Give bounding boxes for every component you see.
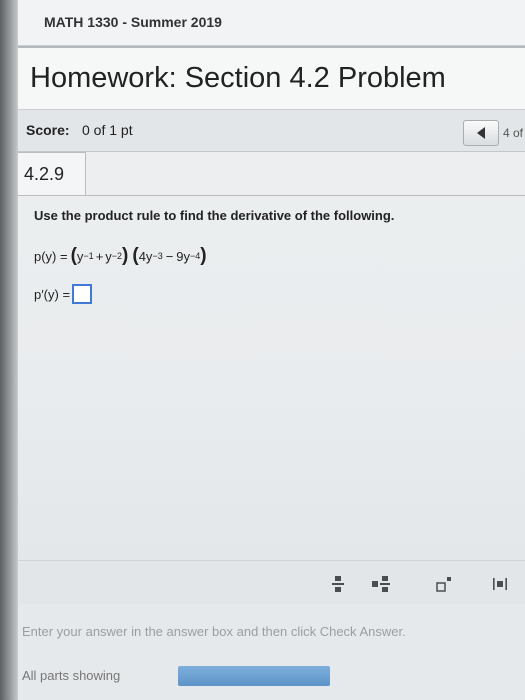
derivative-row: p′(y) = <box>34 284 93 304</box>
divider <box>86 195 525 196</box>
mixed-number-icon <box>372 576 390 592</box>
instruction-hint: Enter your answer in the answer box and … <box>22 624 406 639</box>
question-counter: 4 of <box>503 126 524 140</box>
score-value: 0 of 1 pt <box>82 122 133 138</box>
absolute-value-button[interactable] <box>486 573 514 595</box>
course-bar: MATH 1330 - Summer 2019 <box>18 0 525 46</box>
exponent-button[interactable] <box>430 573 458 595</box>
score-label: Score: <box>26 122 70 138</box>
math-toolbar <box>18 560 525 604</box>
mixed-number-button[interactable] <box>368 573 396 595</box>
progress-fill <box>178 666 330 686</box>
score-bar: Score: 0 of 1 pt 4 of <box>18 110 525 152</box>
derivative-lhs: p′(y) = <box>34 286 71 302</box>
paren-close: ) <box>200 245 207 266</box>
fraction-icon <box>332 576 344 592</box>
term2-b: 9y <box>176 249 191 264</box>
window-edge <box>0 0 18 700</box>
question-number: 4.2.9 <box>18 152 86 196</box>
arrow-left-icon <box>477 127 485 139</box>
term2-b-exponent: −4 <box>190 251 201 261</box>
absolute-value-icon <box>493 578 507 590</box>
question-instructions: Use the product rule to find the derivat… <box>34 208 395 223</box>
screen: MATH 1330 - Summer 2019 Homework: Sectio… <box>0 0 525 700</box>
course-title: MATH 1330 - Summer 2019 <box>44 14 222 30</box>
previous-question-button[interactable] <box>463 120 499 146</box>
status-area: Enter your answer in the answer box and … <box>18 604 525 700</box>
function-expression: p(y) = ( y −1 + y −2 ) ( 4y −3 − 9y −4 ) <box>34 245 207 269</box>
answer-input[interactable] <box>72 284 93 304</box>
term1-operator: + <box>95 249 104 264</box>
page-title: Homework: Section 4.2 Problem <box>30 62 446 94</box>
homework-header: Homework: Section 4.2 Problem <box>18 46 525 110</box>
parts-progress-bar <box>178 666 330 686</box>
function-lhs: p(y) = <box>34 249 68 264</box>
term2-a-exponent: −3 <box>152 251 163 261</box>
exponent-icon <box>436 577 451 592</box>
term1-a-exponent: −1 <box>83 251 94 261</box>
parts-showing-label: All parts showing <box>22 668 121 683</box>
term2-a: 4y <box>138 249 153 264</box>
paren-close: ) <box>122 245 129 266</box>
term1-b-exponent: −2 <box>111 251 123 261</box>
fraction-button[interactable] <box>324 573 352 595</box>
question-navigation: 4 of <box>463 120 525 146</box>
term2-operator: − <box>165 249 174 264</box>
